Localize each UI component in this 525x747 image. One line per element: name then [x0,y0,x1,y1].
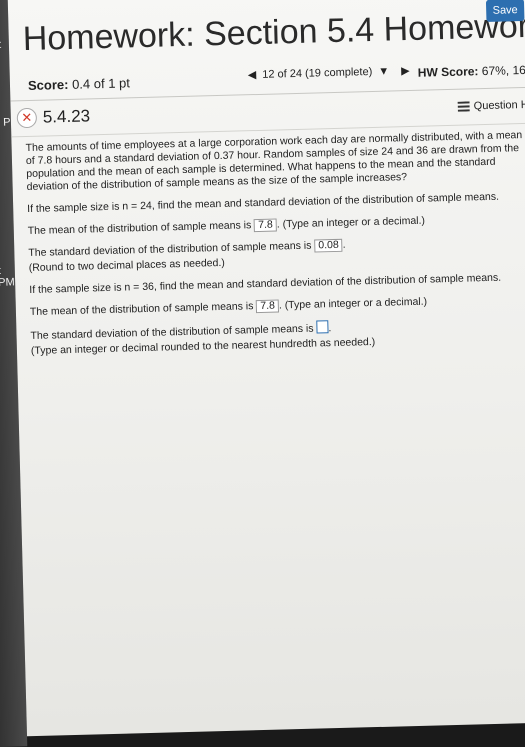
list-icon [457,101,470,112]
question-help-label: Question Help [473,98,525,113]
question-dropdown-icon[interactable]: ▼ [372,65,395,78]
page-title: Homework: Section 5.4 Homework [22,6,525,59]
score-value: 0.4 of 1 pt [71,75,131,92]
previous-question-icon[interactable]: ◀ [242,68,263,82]
mean36-text: The mean of the distribution of sample m… [29,300,254,319]
mean36-answer-field[interactable]: 7.8 [256,299,280,314]
mean36-hint: . (Type an integer or a decimal.) [278,295,428,312]
mean24-answer-field[interactable]: 7.8 [254,218,277,233]
sd24-answer-field[interactable]: 0.08 [314,238,343,253]
strip-text: ot [0,39,1,51]
question-progress: 12 of 24 (19 complete) [262,65,373,81]
mean24-hint: . (Type an integer or a decimal.) [276,214,426,231]
part2-prompt: If the sample size is n = 36, find the m… [29,271,502,297]
mean36-line: The mean of the distribution of sample m… [30,293,525,319]
sd24-end: . [342,238,346,251]
screen: ot 5 PM t PM Homework: Section 5.4 Homew… [0,0,525,747]
part1-prompt: If the sample size is n = 24, find the m… [27,190,500,216]
sd36-end: . [328,322,332,335]
hw-score-label: HW Score: [417,64,479,80]
score-label: Score: [27,76,69,93]
homework-score: HW Score: 67%, 16.08 of 24 pts [418,61,525,80]
strip-time: PM [0,276,15,289]
question-intro: The amounts of time employees at a large… [25,129,523,194]
save-button[interactable]: Save [485,0,525,22]
question-number: 5.4.23 [42,106,91,127]
strip-text: t [0,265,1,277]
next-question-icon[interactable]: ▶ [395,64,416,78]
question-help-button[interactable]: Question Help [457,98,525,113]
hw-score-value: 67%, 16.08 of 24 pts [481,61,525,79]
sd36-answer-field[interactable] [316,320,329,334]
mean24-text: The mean of the distribution of sample m… [27,219,252,238]
incorrect-x-icon: ✕ [16,107,38,129]
question-body: The amounts of time employees at a large… [25,129,525,367]
question-navigator: ◀ 12 of 24 (19 complete) ▼ ▶ [242,64,416,82]
question-score: Score: 0.4 of 1 pt [28,75,130,93]
question-header: ✕ 5.4.23 [16,106,91,129]
homework-page: Homework: Section 5.4 Homework Save Scor… [7,0,525,737]
mean24-line: The mean of the distribution of sample m… [28,212,525,238]
